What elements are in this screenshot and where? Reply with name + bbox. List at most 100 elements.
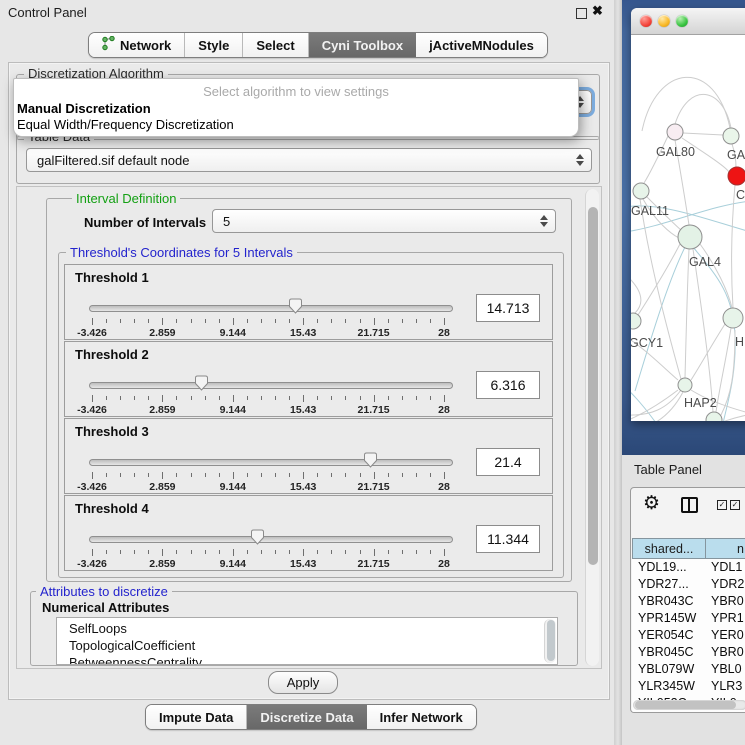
table-row[interactable]: YBR043CYBR0	[632, 593, 745, 610]
table-row[interactable]: YDL19...YDL1	[632, 559, 745, 576]
tab-discretize-data[interactable]: Discretize Data	[247, 705, 366, 729]
network-canvas-svg: GAL80GACGAL11GAL4GCY1HHAP2	[631, 35, 745, 421]
scrollbar-thumb[interactable]	[588, 207, 598, 565]
tick-mark	[345, 550, 346, 554]
checkbox-icon[interactable]: ✓	[717, 500, 727, 510]
tick-mark	[360, 396, 361, 400]
tab-infer-network[interactable]: Infer Network	[367, 705, 476, 729]
network-canvas[interactable]: GAL80GACGAL11GAL4GCY1HHAP2	[631, 35, 745, 421]
network-node[interactable]	[667, 124, 683, 140]
tick-mark	[289, 396, 290, 400]
slider-track[interactable]	[89, 305, 453, 312]
split-columns-icon[interactable]	[681, 497, 698, 513]
close-icon[interactable]: ✖	[592, 3, 603, 19]
slider-track[interactable]	[89, 459, 453, 466]
list-item[interactable]: BetweennessCentrality	[69, 655, 202, 665]
network-node[interactable]	[678, 378, 692, 392]
column-header-shared-name[interactable]: shared...	[632, 538, 706, 559]
tab-jactivemnodules[interactable]: jActiveMNodules	[416, 33, 547, 57]
network-node[interactable]	[706, 412, 722, 421]
tick-mark	[444, 395, 445, 402]
cell-name: YLR3	[711, 679, 742, 693]
table-row[interactable]: YDR27...YDR2	[632, 576, 745, 593]
table-horizontal-scrollbar[interactable]	[633, 700, 745, 710]
threshold-value-box[interactable]: 11.344	[476, 525, 540, 553]
tick-mark	[374, 549, 375, 556]
slider-track[interactable]	[89, 382, 453, 389]
cell-shared-name: YBL079W	[638, 662, 694, 676]
tab-impute-data[interactable]: Impute Data	[146, 705, 247, 729]
tick-mark	[360, 473, 361, 477]
slider-thumb[interactable]	[250, 529, 265, 545]
zoom-button[interactable]	[676, 15, 688, 27]
table-data-selected-value: galFiltered.sif default node	[37, 153, 189, 168]
network-node[interactable]	[633, 183, 649, 199]
list-item[interactable]: SelfLoops	[69, 621, 127, 636]
tick-mark	[219, 550, 220, 554]
number-of-intervals-combobox[interactable]: 5	[212, 209, 556, 233]
tick-mark	[162, 472, 163, 479]
tick-mark	[148, 319, 149, 323]
algorithm-option-equal-width[interactable]: Equal Width/Frequency Discretization	[17, 117, 234, 132]
tick-mark	[388, 550, 389, 554]
slider-thumb[interactable]	[288, 298, 303, 314]
tick-mark	[176, 473, 177, 477]
threshold-value-box[interactable]: 6.316	[476, 371, 540, 399]
tick-mark	[92, 318, 93, 325]
table-row[interactable]: YLR345WYLR3	[632, 678, 745, 695]
table-row[interactable]: YER054CYER0	[632, 627, 745, 644]
apply-button[interactable]: Apply	[268, 671, 338, 694]
tick-mark	[317, 319, 318, 323]
list-scrollbar[interactable]	[544, 619, 556, 663]
gear-icon[interactable]: ⚙	[643, 492, 660, 514]
cell-shared-name: YBR043C	[638, 594, 694, 608]
network-node[interactable]	[678, 225, 702, 249]
tick-mark	[303, 318, 304, 325]
slider-track[interactable]	[89, 536, 453, 543]
list-item[interactable]: TopologicalCoefficient	[69, 638, 195, 653]
float-window-icon[interactable]	[576, 8, 587, 19]
column-header-name[interactable]: n	[706, 538, 745, 559]
tab-style[interactable]: Style	[185, 33, 243, 57]
tick-mark	[317, 473, 318, 477]
tick-mark	[289, 473, 290, 477]
panel-title: Control Panel	[8, 5, 87, 20]
network-node[interactable]	[631, 313, 641, 329]
checkbox-icon[interactable]: ✓	[730, 500, 740, 510]
network-node[interactable]	[728, 167, 745, 185]
tab-cyni-toolbox[interactable]: Cyni Toolbox	[309, 33, 416, 57]
tab-select[interactable]: Select	[243, 33, 308, 57]
settings-vertical-scrollbar[interactable]	[585, 189, 599, 666]
network-node[interactable]	[723, 128, 739, 144]
numerical-attributes-list[interactable]: SelfLoops TopologicalCoefficient Between…	[56, 617, 558, 665]
tick-mark	[374, 318, 375, 325]
control-panel-tabs: Network Style Select Cyni Toolbox jActiv…	[88, 32, 548, 58]
table-row[interactable]: YPR145WYPR1	[632, 610, 745, 627]
table-row[interactable]: YBR045CYBR0	[632, 644, 745, 661]
scrollbar-thumb[interactable]	[547, 620, 555, 661]
tick-mark	[289, 319, 290, 323]
table-rows: YDL19...YDL1YDR27...YDR2YBR043CYBR0YPR14…	[632, 559, 745, 712]
tab-label: Cyni Toolbox	[322, 38, 403, 53]
threshold-value-box[interactable]: 14.713	[476, 294, 540, 322]
close-button[interactable]	[640, 15, 652, 27]
slider-thumb[interactable]	[363, 452, 378, 468]
tab-network[interactable]: Network	[89, 33, 185, 57]
scrollbar-thumb[interactable]	[635, 701, 736, 709]
tick-mark	[388, 473, 389, 477]
tick-mark	[162, 395, 163, 402]
network-node[interactable]	[723, 308, 743, 328]
table-panel: Table Panel ⚙ ✓ ✓ shared... n YDL19...YD…	[622, 455, 745, 745]
slider-thumb[interactable]	[194, 375, 209, 391]
table-data-combobox[interactable]: galFiltered.sif default node	[26, 148, 592, 172]
network-window-titlebar[interactable]	[631, 8, 745, 35]
algorithm-option-manual[interactable]: Manual Discretization	[17, 101, 151, 116]
tick-label: 21.715	[344, 327, 404, 339]
table-row[interactable]: YBL079WYBL0	[632, 661, 745, 678]
table-header: shared... n	[632, 538, 745, 559]
panel-splitter[interactable]	[614, 0, 622, 745]
tick-mark	[388, 396, 389, 400]
minimize-button[interactable]	[658, 15, 670, 27]
threshold-value-box[interactable]: 21.4	[476, 448, 540, 476]
cytoscape-desktop: GAL80GACGAL11GAL4GCY1HHAP2	[622, 0, 745, 455]
